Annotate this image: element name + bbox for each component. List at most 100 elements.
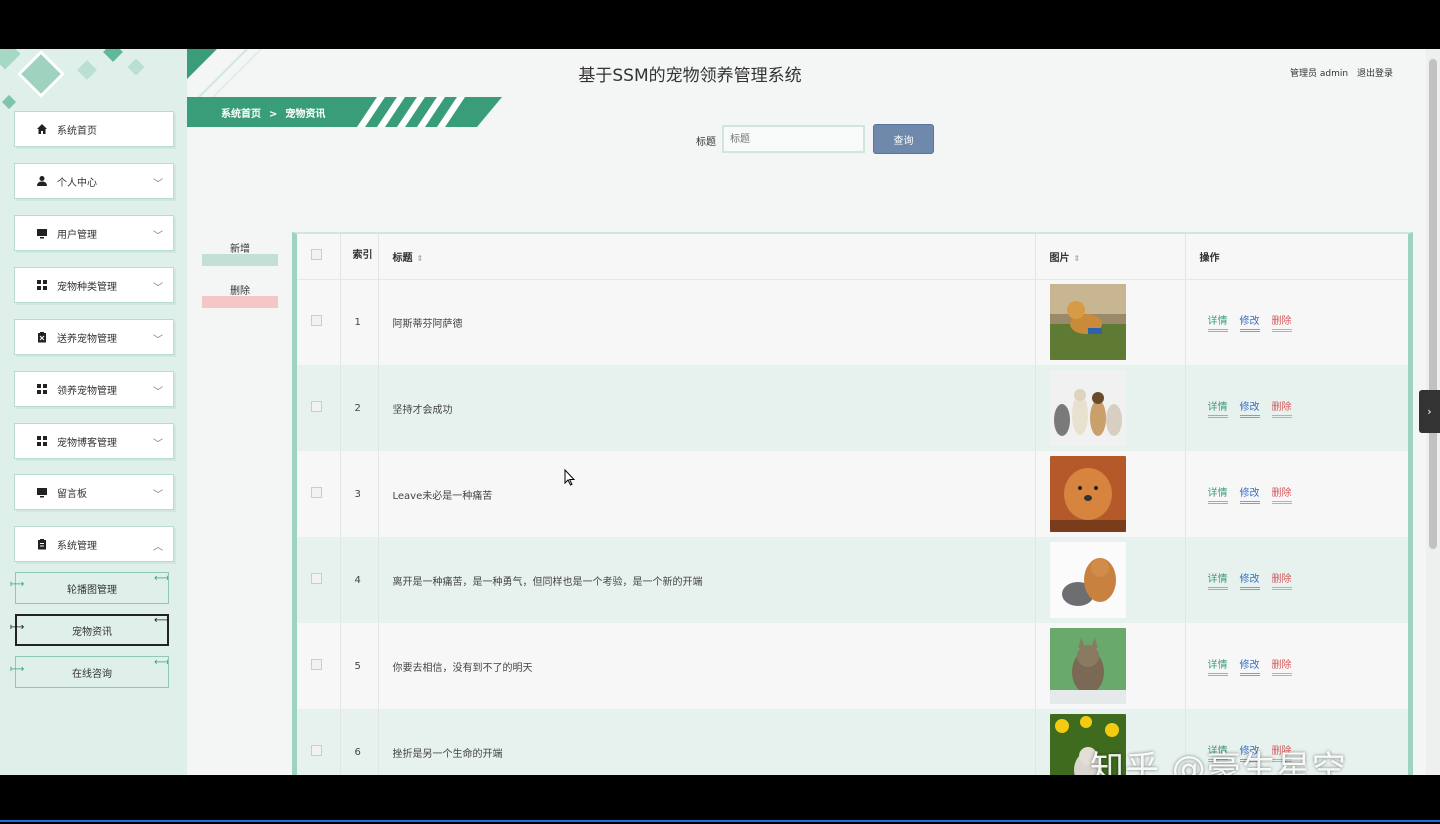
arrow-decoration: ⟼ [10,664,25,675]
table-row[interactable]: 1 阿斯蒂芬阿萨德 详情 修改 删除 [297,279,1408,365]
grid-icon [35,382,49,396]
row-title: 阿斯蒂芬阿萨德 [378,279,1036,365]
header-index: 索引 [340,234,379,280]
row-operations: 详情 修改 删除 [1185,623,1408,709]
sidebar-item-personal-center[interactable]: 个人中心 ﹀ [14,163,174,199]
clipboard-icon [35,537,49,551]
table-row[interactable]: 4 离开是一种痛苦，是一种勇气，但同样也是一个考验，是一个新的开端 详情 修改 删除 [297,537,1408,623]
sidebar-item-pet-category[interactable]: 宠物种类管理 ﹀ [14,267,174,303]
row-select-cell[interactable] [297,537,341,623]
edit-link[interactable]: 修改 [1239,484,1260,504]
row-title: 坚持才会成功 [378,365,1036,451]
view-details-link[interactable]: 详情 [1207,484,1228,504]
sort-icon[interactable]: ⇕ [1074,254,1081,263]
select-all-checkbox[interactable] [311,249,322,261]
header-select-all[interactable] [297,234,341,280]
sidebar-decoration [127,58,145,76]
bottom-bar [0,775,1440,824]
sidebar-subitem-pet-news[interactable]: 宠物资讯 [15,614,169,646]
page-title: 基于SSM的宠物领养管理系统 [578,66,802,86]
chevron-down-icon: ﹀ [153,231,163,242]
search-input[interactable] [722,125,865,153]
arrow-decoration: ⟻ [154,573,169,584]
edit-link[interactable]: 修改 [1239,312,1260,333]
chevron-down-icon: ﹀ [153,490,163,501]
side-panel-toggle[interactable]: › [1419,390,1440,433]
grid-icon [35,434,49,448]
edit-link[interactable]: 修改 [1239,398,1260,418]
table-row[interactable]: 5 你要去相信，没有到不了的明天 详情 修改 删除 [297,623,1408,709]
delete-link[interactable]: 删除 [1271,570,1292,590]
progress-line [0,820,1440,822]
header-operations: 操作 [1185,234,1408,280]
pet-image [1049,542,1185,618]
edit-link[interactable]: 修改 [1239,570,1260,590]
delete-link[interactable]: 删除 [1271,656,1292,676]
sidebar-item-label: 用户管理 [57,229,97,241]
sidebar-subitem-online-consult[interactable]: 在线咨询 [15,656,169,688]
row-index: 6 [340,709,379,775]
row-image-cell [1035,365,1186,451]
delete-button[interactable]: 删除 [202,282,278,308]
search-button[interactable]: 查询 [873,124,934,154]
row-select-cell[interactable] [297,365,341,451]
arrow-decoration: ⟻ [154,615,169,626]
add-button[interactable]: 新增 [202,240,278,266]
sidebar-item-adopt-pet[interactable]: 领养宠物管理 ﹀ [14,371,174,407]
delete-link[interactable]: 删除 [1271,484,1292,504]
sidebar-item-home[interactable]: 系统首页 [14,111,174,147]
row-title: Leave未必是一种痛苦 [378,451,1036,537]
row-image-cell [1035,537,1186,623]
delete-link[interactable]: 删除 [1271,398,1292,418]
view-details-link[interactable]: 详情 [1207,570,1228,590]
header-title[interactable]: 标题 ⇕ [378,234,1036,280]
edit-link[interactable]: 修改 [1239,656,1260,676]
header-image[interactable]: 图片 ⇕ [1035,234,1186,280]
delete-link[interactable]: 删除 [1271,312,1292,333]
scrollbar-thumb[interactable] [1429,59,1437,549]
sidebar-item-user-management[interactable]: 用户管理 ﹀ [14,215,174,251]
sidebar-item-label: 个人中心 [57,177,97,189]
sidebar-decoration [0,49,21,70]
data-table: 索引 标题 ⇕ 图片 ⇕ 操作 1 阿斯蒂芬阿萨德 详情 修改 删除 2 坚持才会成功 详情 修改删… [292,232,1413,775]
row-checkbox[interactable] [311,401,322,412]
row-select-cell[interactable] [297,709,341,775]
row-select-cell[interactable] [297,451,341,537]
row-checkbox[interactable] [311,745,322,756]
row-image-cell [1035,451,1186,537]
breadcrumb-current: 宠物资讯 [285,109,326,120]
sidebar-subitem-label: 宠物资讯 [72,626,112,638]
sidebar-subitem-label: 在线咨询 [72,668,112,680]
header-image-label: 图片 [1049,252,1070,264]
breadcrumb-home[interactable]: 系统首页 [221,109,261,120]
row-checkbox[interactable] [311,487,322,498]
row-index: 3 [340,451,379,537]
view-details-link[interactable]: 详情 [1207,656,1228,676]
pet-image [1049,370,1185,446]
arrow-decoration: ⟼ [10,622,25,633]
sidebar-item-label: 系统首页 [57,125,97,137]
sidebar-item-label: 领养宠物管理 [57,385,117,397]
row-checkbox[interactable] [311,315,322,327]
chevron-down-icon: ﹀ [153,335,163,346]
sidebar-item-label: 送养宠物管理 [57,333,117,345]
view-details-link[interactable]: 详情 [1207,398,1228,418]
table-row[interactable]: 2 坚持才会成功 详情 修改 删除 [297,365,1408,451]
sidebar-item-message-board[interactable]: 留言板 ﹀ [14,474,174,510]
sort-icon[interactable]: ⇕ [417,254,424,263]
row-select-cell[interactable] [297,623,341,709]
sidebar-item-rehome-pet[interactable]: 送养宠物管理 ﹀ [14,319,174,355]
row-checkbox[interactable] [311,659,322,670]
row-checkbox[interactable] [311,573,322,584]
sidebar-subitem-carousel[interactable]: 轮播图管理 [15,572,169,604]
user-info: 管理员 admin 退出登录 [1284,66,1393,79]
sidebar-item-system-management[interactable]: 系统管理 ︿ [14,526,174,562]
sidebar-item-pet-blog[interactable]: 宠物博客管理 ﹀ [14,423,174,459]
logout-link[interactable]: 退出登录 [1357,69,1393,79]
table-row[interactable]: 3 Leave未必是一种痛苦 详情 修改 删除 [297,451,1408,537]
arrow-decoration: ⟼ [10,579,25,590]
chevron-down-icon: ﹀ [153,179,163,190]
row-select-cell[interactable] [297,279,341,365]
view-details-link[interactable]: 详情 [1207,312,1228,333]
breadcrumb-text: 系统首页 > 宠物资讯 [217,105,329,120]
